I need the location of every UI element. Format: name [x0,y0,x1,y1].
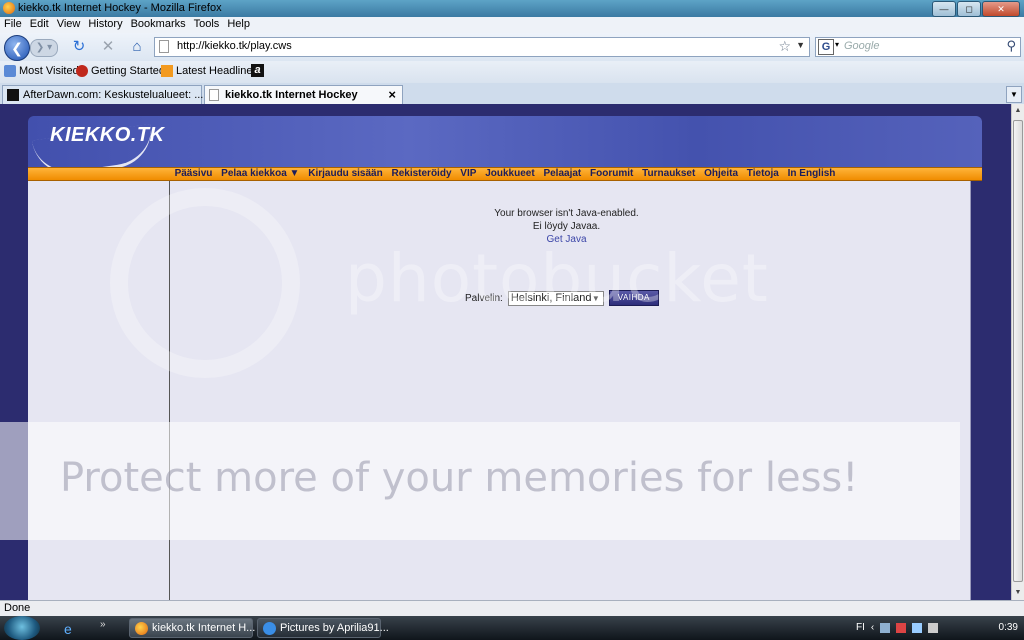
vertical-scrollbar[interactable]: ▲ ▼ [1011,104,1024,600]
google-engine-icon[interactable]: G [818,39,834,55]
nav-foorumit[interactable]: Foorumit [587,168,636,179]
nav-vip[interactable]: VIP [457,168,479,179]
nav-rekisteroidy[interactable]: Rekisteröidy [388,168,454,179]
menu-bar: File Edit View History Bookmarks Tools Help [0,17,1024,33]
search-icon[interactable]: ⚲ [1006,38,1016,54]
bookmark-most-visited[interactable]: Most Visited [4,65,79,77]
firefox-icon [3,2,15,14]
home-icon[interactable]: ⌂ [128,38,146,56]
bookmark-latest-headlines[interactable]: Latest Headlines [161,65,258,77]
menu-tools[interactable]: Tools [190,17,224,30]
menu-history[interactable]: History [84,17,126,30]
nav-pelaa-kiekkoa[interactable]: Pelaa kiekkoa ▼ [218,168,302,179]
url-bar[interactable]: http://kiekko.tk/play.cws ☆ ▼ [154,37,810,57]
watermark-brand: photobucket [345,240,769,317]
nav-pelaajat[interactable]: Pelaajat [540,168,584,179]
page-icon [159,40,169,53]
nav-in-english[interactable]: In English [785,168,839,179]
firefox-task-icon [135,622,148,635]
bookmarks-toolbar: Most Visited Getting Started Latest Head… [0,61,1024,84]
tray-shield-icon[interactable] [896,622,907,633]
nav-kirjaudu[interactable]: Kirjaudu sisään [305,168,385,179]
getting-started-icon [76,65,88,77]
maximize-button[interactable]: ◻ [957,1,981,17]
status-text: Done [4,602,31,614]
bookmark-star-icon[interactable]: ☆ [778,38,791,55]
nav-turnaukset[interactable]: Turnaukset [639,168,698,179]
minimize-button[interactable]: — [932,1,956,17]
title-bar: kiekko.tk Internet Hockey - Mozilla Fire… [0,0,1024,17]
most-visited-icon [4,65,16,77]
watermark-ring [110,188,300,378]
java-message: Your browser isn't Java-enabled. [494,208,639,219]
site-banner: KIEKKO.TK [28,116,982,167]
site-logo[interactable]: KIEKKO.TK [50,124,165,147]
tray-volume-icon[interactable] [928,622,939,633]
menu-edit[interactable]: Edit [26,17,53,30]
tab-kiekko[interactable]: kiekko.tk Internet Hockey × [204,85,403,104]
start-button[interactable] [4,616,40,640]
menu-help[interactable]: Help [223,17,254,30]
forward-button[interactable]: ❯ ▾ [30,39,58,57]
system-tray: FI ‹ [856,622,939,633]
tab-bar: AfterDawn.com: Keskustelualueet: ... kie… [0,83,1024,105]
status-bar: Done [0,600,1024,617]
navigation-toolbar: ❮ ❯ ▾ ↻ ✕ ⌂ http://kiekko.tk/play.cws ☆ … [0,33,1024,61]
tray-expand-icon[interactable]: ‹ [871,622,874,633]
clock[interactable]: 0:39 [999,622,1018,633]
tray-network-icon[interactable] [912,622,923,633]
menu-bookmarks[interactable]: Bookmarks [127,17,190,30]
url-text[interactable]: http://kiekko.tk/play.cws [177,40,292,52]
window-title: kiekko.tk Internet Hockey - Mozilla Fire… [18,2,222,14]
scroll-up-icon[interactable]: ▲ [1012,104,1024,118]
taskbar-firefox[interactable]: kiekko.tk Internet H... [129,618,255,638]
site-nav: Pääsivu Pelaa kiekkoa ▼ Kirjaudu sisään … [28,167,982,181]
watermark-slogan: Protect more of your memories for less! [60,455,859,501]
scroll-down-icon[interactable]: ▼ [1012,586,1024,600]
nav-tietoja[interactable]: Tietoja [744,168,782,179]
search-box[interactable]: G ▾ Google ⚲ [815,37,1021,57]
stop-icon[interactable]: ✕ [99,38,117,56]
nav-paasivu[interactable]: Pääsivu [172,168,216,179]
menu-file[interactable]: File [0,17,26,30]
taskbar: e » kiekko.tk Internet H... Pictures by … [0,616,1024,640]
close-tab-icon[interactable]: × [388,87,396,102]
quicklaunch-more-icon[interactable]: » [100,619,106,630]
engine-dropdown-icon[interactable]: ▾ [835,40,839,49]
bookmark-afterdawn[interactable]: a [251,64,264,77]
page-tab-icon [209,89,219,101]
url-dropdown-icon[interactable]: ▼ [796,40,805,50]
ie-quicklaunch-icon[interactable]: e [64,621,72,637]
reload-icon[interactable]: ↻ [70,38,88,56]
nav-joukkueet[interactable]: Joukkueet [482,168,537,179]
tray-app-icon[interactable] [880,622,891,633]
tab-list-dropdown[interactable]: ▼ [1006,86,1022,103]
rss-icon [161,65,173,77]
tab-afterdawn[interactable]: AfterDawn.com: Keskustelualueet: ... [2,85,203,104]
ie-task-icon [263,622,276,635]
nav-ohjeita[interactable]: Ohjeita [701,168,741,179]
search-input[interactable]: Google [844,40,879,52]
back-button[interactable]: ❮ [4,35,30,61]
language-indicator[interactable]: FI [856,622,865,633]
taskbar-ie[interactable]: Pictures by Aprilia91... [257,618,389,638]
menu-view[interactable]: View [53,17,85,30]
afterdawn-icon: a [251,64,264,77]
scroll-thumb[interactable] [1013,120,1023,582]
bookmark-getting-started[interactable]: Getting Started [76,65,165,77]
afterdawn-tab-icon [7,89,19,101]
close-button[interactable]: ✕ [982,1,1020,17]
java-message-fi: Ei löydy Javaa. [532,221,601,232]
